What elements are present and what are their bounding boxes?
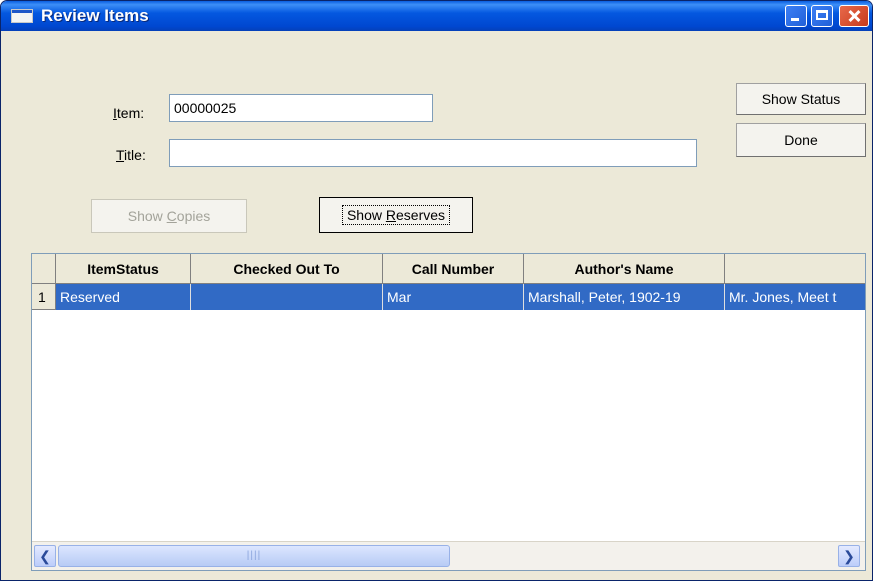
review-items-window: Review Items Item: Title: Show Status Do… <box>0 0 873 581</box>
scrollbar-grip: |||| <box>246 550 262 561</box>
cell-itemstatus[interactable]: Reserved <box>56 284 191 310</box>
col-header-call-number[interactable]: Call Number <box>383 254 524 284</box>
show-status-button[interactable]: Show Status <box>736 83 866 115</box>
horizontal-scrollbar[interactable]: ❮ |||| ❯ <box>32 541 865 570</box>
scroll-left-arrow-icon[interactable]: ❮ <box>34 545 56 567</box>
maximize-button[interactable] <box>811 5 833 27</box>
title-field[interactable] <box>169 139 697 167</box>
cell-checked-out-to[interactable] <box>191 284 383 310</box>
title-label: Title: <box>116 147 146 163</box>
window-title: Review Items <box>41 6 149 25</box>
scroll-right-arrow-icon[interactable]: ❯ <box>838 545 860 567</box>
item-field[interactable] <box>169 94 433 122</box>
cell-call-number[interactable]: Mar <box>383 284 524 310</box>
col-header-title[interactable] <box>725 254 865 284</box>
item-label: Item: <box>113 105 145 121</box>
scrollbar-thumb[interactable]: |||| <box>58 545 450 567</box>
cell-authors-name[interactable]: Marshall, Peter, 1902-19 <box>524 284 725 310</box>
row-number[interactable]: 1 <box>32 284 56 310</box>
minimize-button[interactable] <box>785 5 807 27</box>
grid-corner <box>32 254 56 284</box>
col-header-authors-name[interactable]: Author's Name <box>524 254 725 284</box>
show-copies-button[interactable]: Show Copies <box>91 199 247 233</box>
title-bar[interactable]: Review Items <box>1 1 872 31</box>
done-button[interactable]: Done <box>736 123 866 157</box>
show-reserves-button[interactable]: Show Reserves <box>319 197 473 233</box>
window-app-icon <box>11 9 33 23</box>
cell-title[interactable]: Mr. Jones, Meet t <box>725 284 865 310</box>
close-button[interactable] <box>839 5 869 27</box>
col-header-checked-out-to[interactable]: Checked Out To <box>191 254 383 284</box>
col-header-itemstatus[interactable]: ItemStatus <box>56 254 191 284</box>
items-grid[interactable]: ItemStatus Checked Out To Call Number Au… <box>31 253 866 571</box>
